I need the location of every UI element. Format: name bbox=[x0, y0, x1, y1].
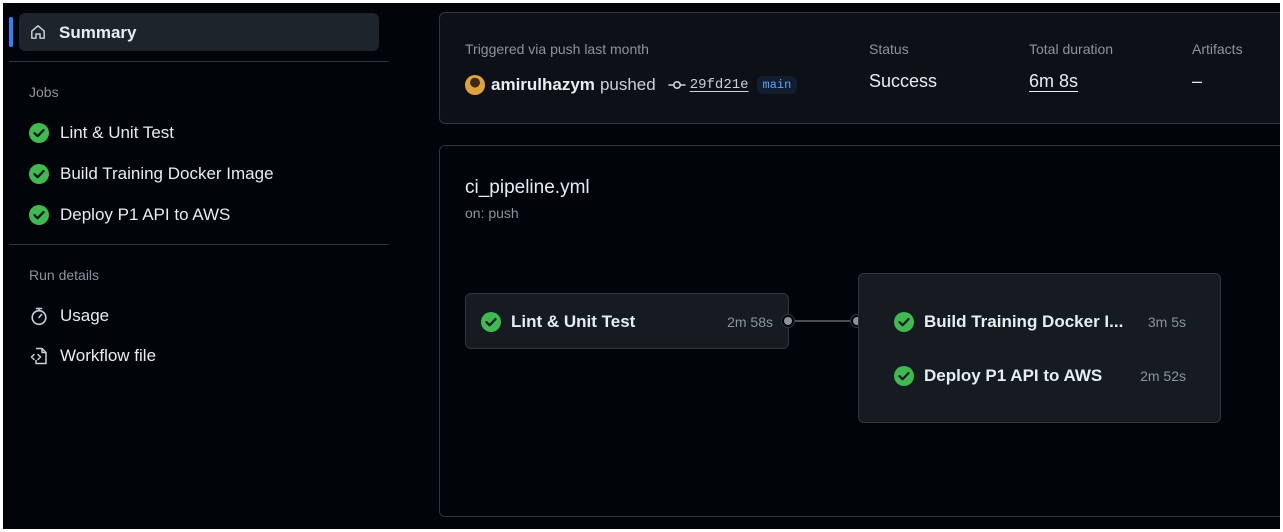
job-deploy-p1-api[interactable]: Deploy P1 API to AWS bbox=[894, 366, 1102, 386]
status-value: Success bbox=[869, 71, 938, 91]
check-circle-icon bbox=[481, 312, 501, 332]
home-icon bbox=[31, 25, 45, 39]
divider bbox=[9, 244, 389, 245]
sidebar-item-usage[interactable]: Usage bbox=[29, 304, 109, 328]
branch-badge[interactable]: main bbox=[756, 76, 798, 94]
run-details-heading: Run details bbox=[29, 267, 100, 283]
sidebar-item-label: Summary bbox=[59, 23, 137, 42]
job-name: Build Training Docker I... bbox=[924, 312, 1124, 331]
run-summary-panel bbox=[439, 12, 1280, 124]
commit-sha-link[interactable]: 29fd21e bbox=[690, 77, 749, 93]
check-circle-icon bbox=[29, 123, 49, 143]
avatar[interactable] bbox=[465, 75, 485, 95]
job-duration: 2m 58s bbox=[727, 314, 773, 330]
sidebar-item-summary[interactable]: Summary bbox=[19, 13, 379, 51]
sidebar-item-lint-unit-test[interactable]: Lint & Unit Test bbox=[29, 121, 174, 145]
job-group-card bbox=[858, 273, 1221, 423]
connector-start-dot bbox=[782, 315, 794, 327]
job-build-training-docker-image[interactable]: Build Training Docker I... bbox=[894, 312, 1123, 332]
active-indicator bbox=[9, 17, 13, 47]
sidebar-item-label: Usage bbox=[60, 306, 110, 325]
job-name: Lint & Unit Test bbox=[511, 312, 636, 331]
trigger-row: amirulhazym pushed 29fd21e main bbox=[465, 73, 798, 97]
job-duration: 3m 5s bbox=[1147, 314, 1186, 330]
actor-link[interactable]: amirulhazym bbox=[491, 75, 595, 95]
jobs-heading: Jobs bbox=[29, 84, 59, 100]
sidebar-item-build-training-docker-image[interactable]: Build Training Docker Image bbox=[29, 162, 274, 186]
git-commit-icon bbox=[667, 80, 686, 90]
duration-label: Total duration bbox=[1029, 41, 1114, 57]
job-name: Deploy P1 API to AWS bbox=[924, 366, 1103, 385]
file-code-icon bbox=[30, 347, 47, 365]
check-circle-icon bbox=[29, 205, 49, 225]
artifacts-label: Artifacts bbox=[1192, 41, 1243, 57]
job-duration: 2m 52s bbox=[1140, 368, 1186, 384]
sidebar-item-label: Deploy P1 API to AWS bbox=[60, 205, 231, 224]
divider bbox=[9, 61, 389, 62]
check-circle-icon bbox=[894, 312, 914, 332]
sidebar-item-label: Workflow file bbox=[60, 346, 157, 365]
artifacts-value: – bbox=[1192, 71, 1203, 91]
sidebar-item-workflow-file[interactable]: Workflow file bbox=[29, 344, 156, 368]
check-circle-icon bbox=[29, 164, 49, 184]
workflow-trigger: on: push bbox=[465, 205, 519, 221]
duration-link[interactable]: 6m 8s bbox=[1029, 71, 1078, 92]
job-connector bbox=[793, 320, 857, 322]
sidebar-item-label: Lint & Unit Test bbox=[60, 123, 175, 142]
action-text: pushed bbox=[599, 75, 656, 94]
sidebar-item-deploy-p1-api[interactable]: Deploy P1 API to AWS bbox=[29, 203, 230, 227]
job-lint-unit-test: Lint & Unit Test bbox=[481, 312, 635, 332]
app-frame: Summary Jobs Lint & Unit Test Build Trai… bbox=[3, 3, 1280, 529]
workflow-file-name: ci_pipeline.yml bbox=[465, 177, 590, 198]
stopwatch-icon bbox=[31, 307, 47, 326]
sidebar: Summary Jobs Lint & Unit Test Build Trai… bbox=[3, 3, 393, 529]
sidebar-item-label: Build Training Docker Image bbox=[60, 164, 274, 183]
trigger-text: Triggered via push last month bbox=[465, 41, 649, 57]
status-label: Status bbox=[869, 41, 909, 57]
check-circle-icon bbox=[894, 366, 914, 386]
